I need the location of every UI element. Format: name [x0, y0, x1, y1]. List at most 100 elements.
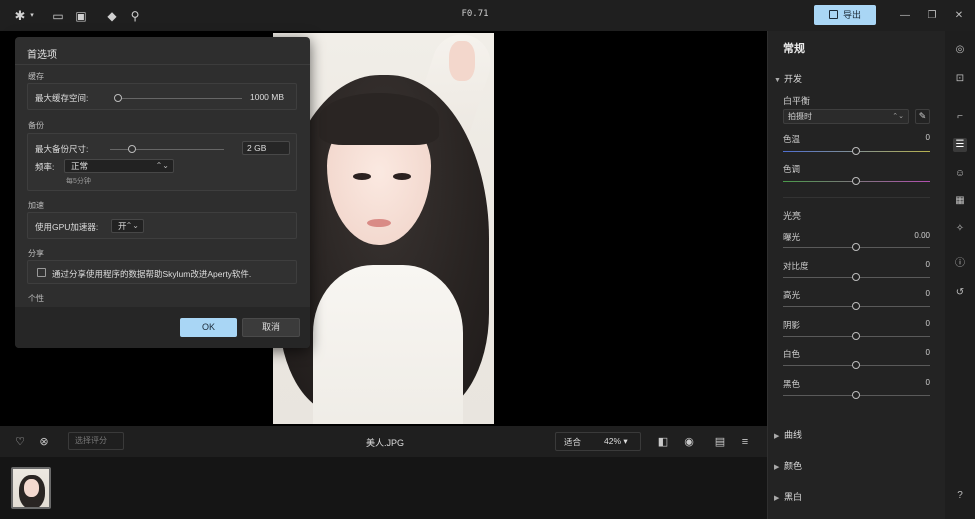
accel-section-label: 加速: [28, 201, 44, 210]
chevron-right-icon: ▶: [774, 495, 780, 502]
zoom-control[interactable]: 适合 42% ▾: [555, 432, 641, 451]
dialog-divider: [15, 64, 310, 65]
chevron-right-icon: ▶: [774, 433, 780, 440]
highlights-value: 0: [925, 289, 930, 298]
filmstrip-toggle-icon[interactable]: ▤: [713, 435, 727, 449]
cancel-button[interactable]: 取消: [242, 318, 300, 337]
window-title: F0.71: [461, 9, 489, 19]
chevron-updown-icon: ⌃⌄: [892, 113, 904, 120]
shadows-slider-knob[interactable]: [852, 332, 860, 340]
backup-max-input[interactable]: 2 GB: [242, 141, 290, 155]
erase-spot-icon[interactable]: ✧: [953, 222, 967, 236]
adjust-sliders-icon[interactable]: ☰: [953, 138, 967, 152]
chevron-down-icon[interactable]: ▾: [28, 8, 36, 24]
close-button[interactable]: ✕: [951, 8, 967, 24]
layers-icon[interactable]: ▦: [953, 194, 967, 208]
portrait-icon[interactable]: ☺: [953, 167, 967, 181]
tool-column: ◎ ⊡ ⌐ ☰ ☺ ▦ ✧ ⓘ ↺ ?: [945, 31, 975, 519]
eraser-icon[interactable]: ◆: [104, 8, 120, 24]
image-library-icon[interactable]: ▣: [73, 8, 89, 24]
history-icon[interactable]: ↺: [953, 286, 967, 300]
frequency-value: 正常: [71, 161, 89, 171]
zoom-fit-label[interactable]: 适合: [564, 436, 581, 448]
curves-section-header[interactable]: ▶ 曲线: [774, 428, 802, 441]
panel-divider: [783, 197, 930, 198]
photo-eye-right: [393, 173, 411, 180]
color-section-header[interactable]: ▶ 颜色: [774, 459, 802, 472]
maximize-button[interactable]: ❐: [924, 8, 940, 24]
eyedropper-icon[interactable]: ✎: [915, 109, 930, 124]
reject-icon[interactable]: ⊗: [37, 435, 51, 449]
thumbnail-face: [24, 479, 39, 497]
zoom-percent[interactable]: 42% ▾: [604, 436, 628, 447]
eye-icon[interactable]: ◉: [682, 435, 696, 449]
whites-label: 白色: [783, 349, 801, 359]
compare-icon[interactable]: ◧: [656, 435, 670, 449]
gpu-select[interactable]: 开 ⌃⌄: [111, 219, 144, 233]
white-balance-label: 白平衡: [783, 96, 811, 106]
white-balance-value: 拍摄时: [788, 112, 812, 121]
enhance-icon[interactable]: ⊡: [953, 72, 967, 86]
dialog-footer: OK 取消: [15, 307, 310, 348]
photo-hand: [449, 41, 475, 81]
backup-max-label: 最大备份尺寸:: [35, 144, 89, 154]
chevron-updown-icon: ⌃⌄: [155, 161, 169, 170]
search-icon[interactable]: ⚲: [127, 8, 143, 24]
cache-max-value: 1000 MB: [250, 92, 285, 102]
info-icon[interactable]: ⓘ: [953, 257, 967, 271]
backup-section-label: 备份: [28, 121, 44, 130]
photo-thumbnail[interactable]: [11, 467, 51, 509]
app-menu-icon[interactable]: ✱: [12, 8, 28, 24]
highlights-slider-knob[interactable]: [852, 302, 860, 310]
chevron-down-icon: ▼: [774, 77, 781, 84]
ok-button[interactable]: OK: [180, 318, 237, 337]
curves-section-label: 曲线: [784, 430, 803, 440]
minimize-button[interactable]: —: [897, 8, 913, 24]
backup-slider-knob[interactable]: [128, 145, 136, 153]
white-balance-select[interactable]: 拍摄时 ⌃⌄: [783, 109, 909, 124]
folder-icon[interactable]: ▭: [50, 8, 66, 24]
gpu-label: 使用GPU加速器:: [35, 222, 99, 232]
presets-icon[interactable]: ◎: [953, 43, 967, 57]
export-button[interactable]: 导出: [814, 5, 876, 25]
exposure-value: 0.00: [914, 231, 930, 240]
cache-max-label: 最大缓存空间:: [35, 93, 89, 103]
panel-title: 常规: [783, 43, 805, 55]
chevron-right-icon: ▶: [774, 464, 780, 471]
cache-group: 最大缓存空间: 1000 MB: [27, 83, 297, 110]
cache-slider-track[interactable]: [116, 98, 242, 99]
blacks-slider-knob[interactable]: [852, 391, 860, 399]
shadows-value: 0: [925, 319, 930, 328]
share-group: 通过分享使用程序的数据帮助Skylum改进Aperty软件.: [27, 260, 297, 284]
contrast-label: 对比度: [783, 261, 809, 271]
frequency-note: 每5分钟: [66, 178, 91, 185]
rating-select[interactable]: 选择评分: [68, 432, 124, 450]
temperature-slider-knob[interactable]: [852, 147, 860, 155]
tint-slider-knob[interactable]: [852, 177, 860, 185]
cache-slider-knob[interactable]: [114, 94, 122, 102]
temperature-value: 0: [925, 133, 930, 142]
contrast-slider-knob[interactable]: [852, 273, 860, 281]
bw-section-label: 黑白: [784, 492, 803, 502]
develop-section-label: 开发: [784, 74, 803, 84]
whites-value: 0: [925, 348, 930, 357]
help-icon[interactable]: ?: [953, 489, 967, 503]
contrast-value: 0: [925, 260, 930, 269]
bw-section-header[interactable]: ▶ 黑白: [774, 490, 802, 503]
exposure-slider-knob[interactable]: [852, 243, 860, 251]
cut-section-label: 个性: [28, 294, 44, 303]
crop-icon[interactable]: ⌐: [953, 110, 967, 124]
sort-icon[interactable]: ≡: [738, 435, 752, 449]
frequency-label: 频率:: [35, 162, 55, 172]
whites-slider-knob[interactable]: [852, 361, 860, 369]
share-checkbox[interactable]: [37, 268, 46, 277]
photo-bangs: [319, 93, 439, 145]
photo-eye-left: [353, 173, 371, 180]
temperature-label: 色温: [783, 134, 801, 144]
shadows-label: 阴影: [783, 320, 801, 330]
blacks-label: 黑色: [783, 379, 801, 389]
heart-icon[interactable]: ♡: [13, 435, 27, 449]
light-section-label: 光亮: [783, 211, 802, 221]
develop-section-header[interactable]: ▼ 开发: [774, 72, 802, 85]
frequency-select[interactable]: 正常 ⌃⌄: [64, 159, 174, 173]
